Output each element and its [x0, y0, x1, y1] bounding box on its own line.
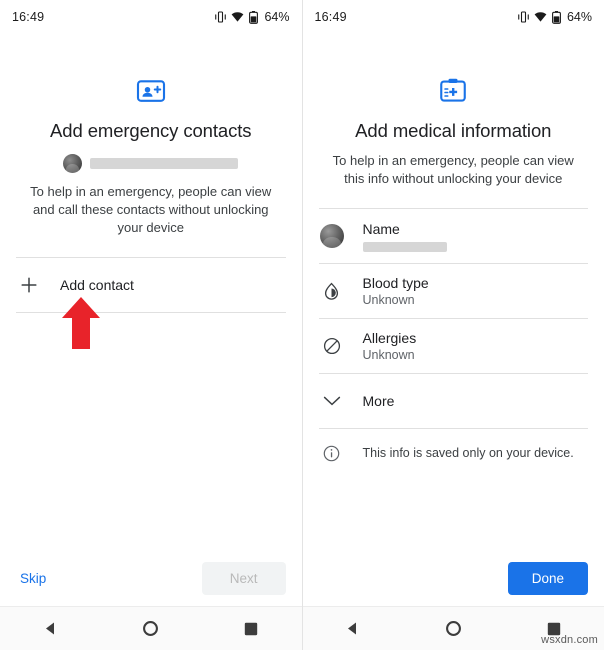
status-clock: 16:49 — [315, 10, 347, 24]
status-icon-group: 64% — [518, 10, 592, 24]
note-text: This info is saved only on your device. — [363, 446, 574, 460]
left-bottom-bar: Skip Next — [0, 550, 302, 606]
medical-id-icon — [319, 76, 589, 106]
emergency-contacts-icon — [16, 76, 286, 106]
recents-nav-icon[interactable] — [221, 607, 281, 651]
skip-button[interactable]: Skip — [16, 565, 50, 592]
right-status-bar: 16:49 64% — [303, 0, 604, 34]
row-label: Allergies — [363, 330, 417, 346]
left-content: Add emergency contacts To help in an eme… — [0, 34, 302, 550]
home-nav-icon[interactable] — [423, 607, 483, 651]
wifi-icon — [534, 11, 547, 23]
row-value: Unknown — [363, 348, 417, 362]
right-bottom-bar: Done — [303, 550, 604, 606]
medical-row-more[interactable]: More — [319, 374, 589, 428]
medical-row-blood-type[interactable]: Blood type Unknown — [319, 264, 589, 318]
right-phone-screen: 16:49 64% — [303, 0, 604, 650]
redacted-email — [90, 158, 238, 169]
row-label: More — [363, 393, 395, 409]
watermark: wsxdn.com — [541, 634, 598, 646]
annotation-arrow-icon — [60, 296, 102, 350]
battery-percent: 64% — [264, 10, 289, 24]
battery-icon — [249, 11, 258, 24]
row-value: Unknown — [363, 293, 429, 307]
status-icon-group: 64% — [215, 10, 289, 24]
vibrate-icon — [215, 11, 226, 23]
redacted-name-value — [363, 242, 447, 252]
left-status-bar: 16:49 64% — [0, 0, 302, 34]
wifi-icon — [231, 11, 244, 23]
chevron-down-icon — [319, 395, 345, 407]
done-button[interactable]: Done — [508, 562, 588, 595]
status-clock: 16:49 — [12, 10, 44, 24]
battery-icon — [552, 11, 561, 24]
add-contact-label: Add contact — [60, 277, 134, 293]
avatar-icon — [319, 224, 345, 248]
divider — [319, 428, 589, 429]
page-subtitle: To help in an emergency, people can view… — [319, 152, 589, 188]
avatar — [320, 224, 344, 248]
medical-row-name[interactable]: Name — [319, 209, 589, 263]
vibrate-icon — [518, 11, 529, 23]
battery-percent: 64% — [567, 10, 592, 24]
account-row — [16, 154, 286, 173]
left-phone-screen: 16:49 64% — [0, 0, 303, 650]
page-title: Add medical information — [319, 120, 589, 142]
device-storage-note: This info is saved only on your device. — [319, 431, 589, 475]
row-text: Blood type Unknown — [363, 275, 429, 307]
left-system-nav-bar — [0, 606, 302, 650]
back-nav-icon[interactable] — [20, 607, 80, 651]
avatar — [63, 154, 82, 173]
page-subtitle: To help in an emergency, people can view… — [16, 183, 286, 237]
next-button: Next — [202, 562, 286, 595]
row-label: Name — [363, 221, 447, 237]
dual-screenshot-container: 16:49 64% — [0, 0, 604, 650]
home-nav-icon[interactable] — [121, 607, 181, 651]
add-contact-row[interactable]: Add contact — [16, 258, 286, 312]
allergy-icon — [319, 337, 345, 355]
right-content: Add medical information To help in an em… — [303, 34, 604, 550]
row-text: Allergies Unknown — [363, 330, 417, 362]
row-label: Blood type — [363, 275, 429, 291]
row-text: Name — [363, 221, 447, 252]
back-nav-icon[interactable] — [323, 607, 383, 651]
plus-icon — [16, 276, 42, 294]
info-icon — [319, 445, 345, 462]
blood-drop-icon — [319, 282, 345, 301]
page-title: Add emergency contacts — [16, 120, 286, 142]
medical-row-allergies[interactable]: Allergies Unknown — [319, 319, 589, 373]
divider — [16, 312, 286, 313]
